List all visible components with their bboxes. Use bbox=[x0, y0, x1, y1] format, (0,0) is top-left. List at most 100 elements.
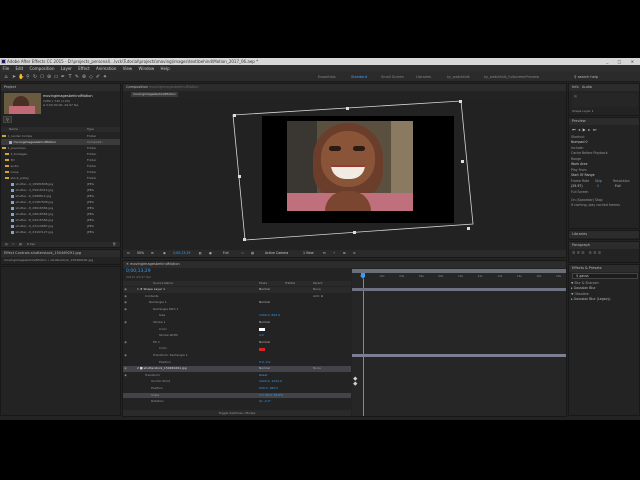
timeline-row-value[interactable]: 0x -4.0° bbox=[259, 399, 271, 405]
resolution-dropdown[interactable]: Full bbox=[223, 250, 228, 257]
timeline-tab[interactable]: ✕ movingimagesbehindMotion bbox=[123, 261, 566, 268]
timeline-property-row[interactable]: ◉ Fill 1 Normal bbox=[123, 340, 351, 346]
visibility-eye-icon[interactable]: ◉ bbox=[123, 307, 128, 313]
brush-tool-icon[interactable]: ✎ bbox=[74, 74, 80, 80]
timeline-property-row[interactable]: Size 1904.0, 892.0 bbox=[123, 313, 351, 319]
timeline-property-row[interactable]: ◉ Rectangle Path 1 bbox=[123, 307, 351, 313]
timeline-row-value[interactable]: 1024.0, 1024.0 bbox=[259, 379, 282, 385]
time-ruler[interactable]: 00s02s04s06s08s10s12s14s16s18s20s bbox=[352, 274, 566, 282]
timeline-property-row[interactable]: Color bbox=[123, 346, 351, 352]
workspace-standard[interactable]: Standard bbox=[351, 74, 367, 80]
timeline-row-value[interactable]: 4.0 bbox=[259, 333, 264, 339]
visibility-eye-icon[interactable]: ◉ bbox=[123, 294, 128, 300]
workspace-essentials[interactable]: Essentials bbox=[318, 74, 336, 80]
color-swatch[interactable] bbox=[259, 347, 265, 351]
search-help-field[interactable]: ⚲ search help bbox=[574, 74, 598, 80]
timeline-property-row[interactable]: ◉ Contents Add: ⊕ bbox=[123, 294, 351, 300]
timeline-row-mode[interactable]: Normal bbox=[259, 300, 270, 306]
effects-search-input[interactable]: ⚲ gauss bbox=[572, 273, 638, 279]
menu-file[interactable]: File bbox=[0, 65, 12, 72]
col-mode[interactable]: Mode bbox=[259, 281, 267, 286]
timeline-property-row[interactable]: Position 640.0, 360.0 bbox=[123, 386, 351, 392]
shape-layer-duration-bar[interactable] bbox=[352, 288, 566, 291]
project-col-type[interactable]: Type bbox=[87, 127, 94, 132]
color-swatch[interactable] bbox=[259, 327, 265, 331]
timeline-row-parent[interactable]: Add: ⊕ bbox=[313, 294, 323, 300]
menu-view[interactable]: View bbox=[120, 65, 135, 72]
image-layer-duration-bar[interactable] bbox=[352, 354, 566, 357]
timeline-row-mode[interactable]: Normal bbox=[259, 340, 270, 346]
timeline-property-row[interactable]: ◉ Transform: Rectangle 1 bbox=[123, 353, 351, 359]
eraser-tool-icon[interactable]: ◇ bbox=[88, 74, 94, 80]
menu-effect[interactable]: Effect bbox=[76, 65, 93, 72]
work-area-bar[interactable] bbox=[352, 269, 566, 273]
camera-snapshot-icon[interactable]: ◧ bbox=[199, 250, 202, 257]
timeline-property-row[interactable]: ◉ Rectangle 1 Normal bbox=[123, 300, 351, 306]
pan-behind-tool-icon[interactable]: ⊕ bbox=[46, 74, 52, 80]
effect-controls-tab[interactable]: Effect Controls shutterstock_150469291.j… bbox=[1, 250, 120, 257]
bit-depth-label[interactable]: 8 bpc bbox=[27, 242, 35, 247]
workspace-ky-watchfolk-fullscreen[interactable]: ky_watchfolk_fullscreenPreview bbox=[484, 74, 539, 80]
menu-edit[interactable]: Edit bbox=[13, 65, 26, 72]
timeline-row-value[interactable]: 0.0, 0.0 bbox=[259, 360, 270, 366]
timeline-property-row[interactable]: ◉ Stroke 1 Normal bbox=[123, 320, 351, 326]
timeline-row-mode[interactable]: Normal bbox=[259, 366, 270, 372]
camera-tool-icon[interactable]: ⎔ bbox=[39, 74, 45, 80]
col-source-name[interactable]: Source Name bbox=[153, 281, 173, 286]
menu-composition[interactable]: Composition bbox=[27, 65, 57, 72]
timeline-property-row[interactable]: Scale ⊂⊃ 35.0, 35.0% bbox=[123, 392, 351, 399]
paragraph-align-icons[interactable]: ☰☰☰ ☰☰☰ bbox=[572, 251, 602, 255]
visibility-eye-icon[interactable]: ◉ bbox=[123, 353, 128, 359]
composition-breadcrumb[interactable]: movingimagesbehindMotion bbox=[131, 92, 178, 97]
keyframe-scale-1[interactable] bbox=[353, 376, 358, 381]
flowchart-icon[interactable]: ⊛ bbox=[353, 250, 356, 257]
keyframe-rotation-1[interactable] bbox=[353, 381, 358, 386]
grid-icon[interactable]: ⊞ bbox=[151, 250, 154, 257]
pen-tool-icon[interactable]: ✒ bbox=[60, 74, 66, 80]
project-col-name[interactable]: Name bbox=[9, 127, 18, 132]
composition-tab[interactable]: Composition movingimagesbehindMotion bbox=[123, 84, 566, 91]
type-tool-icon[interactable]: T bbox=[67, 74, 73, 80]
workspace-small-screen[interactable]: Small Screen bbox=[381, 74, 404, 80]
new-comp-icon[interactable]: ▦ bbox=[19, 242, 22, 247]
hand-tool-icon[interactable]: ✋ bbox=[18, 74, 24, 80]
timeline-row-value[interactable]: 1904.0, 892.0 bbox=[259, 313, 280, 319]
effects-presets-tab[interactable]: Effects & Presets bbox=[569, 265, 639, 272]
clone-tool-icon[interactable]: ⊗ bbox=[81, 74, 87, 80]
workspace-libraries[interactable]: Libraries bbox=[416, 74, 431, 80]
timeline-layer-row[interactable]: ◉ 2 ■ shutterstock_150469291.jpg Normal Non… bbox=[123, 366, 351, 372]
effect-gaussian-blur[interactable]: ▸ Gaussian Blur bbox=[571, 286, 596, 292]
current-time-display[interactable]: 0;00;13;29 bbox=[173, 250, 190, 257]
timeline-row-value[interactable]: ⊂⊃ 35.0, 35.0% bbox=[259, 393, 283, 399]
roto-brush-tool-icon[interactable]: ✐ bbox=[95, 74, 101, 80]
project-tab[interactable]: Project bbox=[1, 84, 120, 91]
on-stop-option[interactable]: If caching, play cached frames bbox=[571, 203, 620, 209]
info-tab[interactable]: Info bbox=[572, 85, 579, 89]
timeline-property-row[interactable]: Anchor Point 1024.0, 1024.0 bbox=[123, 379, 351, 385]
visibility-eye-icon[interactable]: ◉ bbox=[123, 340, 128, 346]
new-folder-icon[interactable]: ▭ bbox=[12, 242, 15, 247]
col-parent[interactable]: Parent bbox=[313, 281, 323, 286]
composition-viewport[interactable] bbox=[123, 98, 566, 253]
shortcut-dropdown[interactable]: Numpad 0 bbox=[571, 140, 588, 146]
play-from-dropdown[interactable]: Start Of Range bbox=[571, 173, 595, 179]
timeline-property-row[interactable]: Stroke Width 4.0 bbox=[123, 333, 351, 339]
visibility-eye-icon[interactable]: ◉ bbox=[123, 287, 128, 293]
3d-view-dropdown[interactable]: Active Camera bbox=[265, 250, 288, 257]
selection-tool-icon[interactable]: ➤ bbox=[11, 74, 17, 80]
timeline-row-mode[interactable]: Reset bbox=[259, 373, 267, 379]
always-preview-icon[interactable]: ⊡ bbox=[127, 250, 130, 257]
preview-tab[interactable]: Preview bbox=[569, 118, 639, 125]
toggle-pixel-aspect-icon[interactable]: ⊟ bbox=[323, 250, 326, 257]
col-trkmat[interactable]: TrkMat bbox=[285, 281, 295, 286]
home-icon[interactable]: ⌂ bbox=[3, 74, 9, 80]
trash-icon[interactable]: 🗑 bbox=[112, 242, 116, 247]
photo-layer[interactable] bbox=[287, 121, 413, 211]
snapshot-icon[interactable]: ◉ bbox=[163, 250, 166, 257]
timeline-row-parent[interactable]: None bbox=[313, 366, 321, 372]
zoom-dropdown[interactable]: 50% bbox=[137, 250, 144, 257]
rotate-tool-icon[interactable]: ↻ bbox=[32, 74, 38, 80]
effect-gaussian-blur-legacy[interactable]: ▸ Gaussian Blur (Legacy) bbox=[571, 297, 610, 303]
timeline-row-parent[interactable]: None bbox=[313, 287, 321, 293]
paragraph-tab[interactable]: Paragraph bbox=[569, 242, 639, 249]
